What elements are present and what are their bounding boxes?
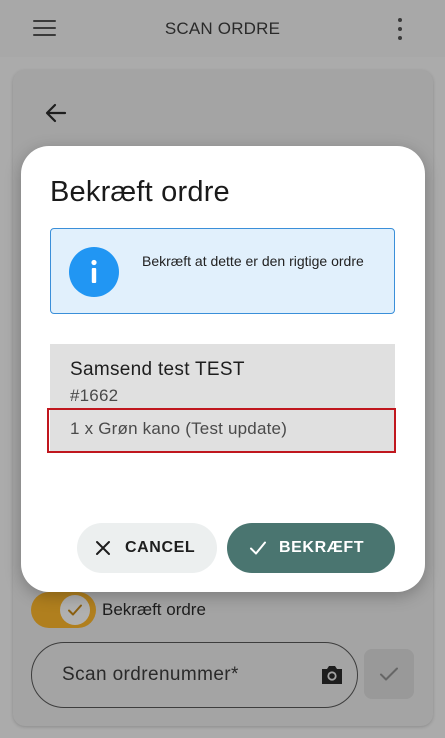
more-vertical-icon[interactable] — [391, 16, 409, 42]
scan-order-number-label: Scan ordrenummer* — [62, 664, 239, 685]
confirm-button[interactable]: BEKRÆFT — [227, 523, 395, 573]
order-number: #1662 — [70, 386, 119, 405]
info-icon — [69, 247, 119, 297]
camera-icon[interactable] — [319, 663, 345, 687]
app-title: SCAN ORDRE — [164, 19, 281, 38]
order-summary: Samsend test TEST #1662 1 x Grøn kano (T… — [47, 344, 396, 453]
order-name: Samsend test TEST — [70, 359, 245, 380]
app-bar: SCAN ORDRE — [0, 0, 445, 57]
confirm-order-toggle-label: Bekræft ordre — [102, 600, 206, 619]
scan-submit-button[interactable] — [364, 649, 414, 699]
order-line-item: 1 x Grøn kano (Test update) — [47, 408, 396, 453]
confirm-button-label: BEKRÆFT — [279, 539, 365, 556]
confirm-order-dialog: Bekræft ordre Bekræft at dette er den ri… — [21, 146, 425, 592]
confirm-order-toggle[interactable] — [31, 592, 96, 628]
scan-order-number-input[interactable]: Scan ordrenummer* — [31, 642, 358, 708]
order-line-text: 1 x Grøn kano (Test update) — [70, 419, 288, 438]
arrow-left-icon[interactable] — [43, 100, 69, 126]
checkmark-icon — [380, 667, 398, 681]
checkmark-icon — [250, 541, 266, 555]
dialog-title: Bekræft ordre — [50, 176, 230, 208]
info-alert: Bekræft at dette er den rigtige ordre — [50, 228, 395, 314]
close-icon — [96, 541, 110, 555]
cancel-button[interactable]: CANCEL — [77, 523, 217, 573]
info-alert-text: Bekræft at dette er den rigtige ordre — [142, 253, 364, 269]
checkmark-icon — [60, 595, 90, 625]
cancel-button-label: CANCEL — [125, 539, 196, 556]
